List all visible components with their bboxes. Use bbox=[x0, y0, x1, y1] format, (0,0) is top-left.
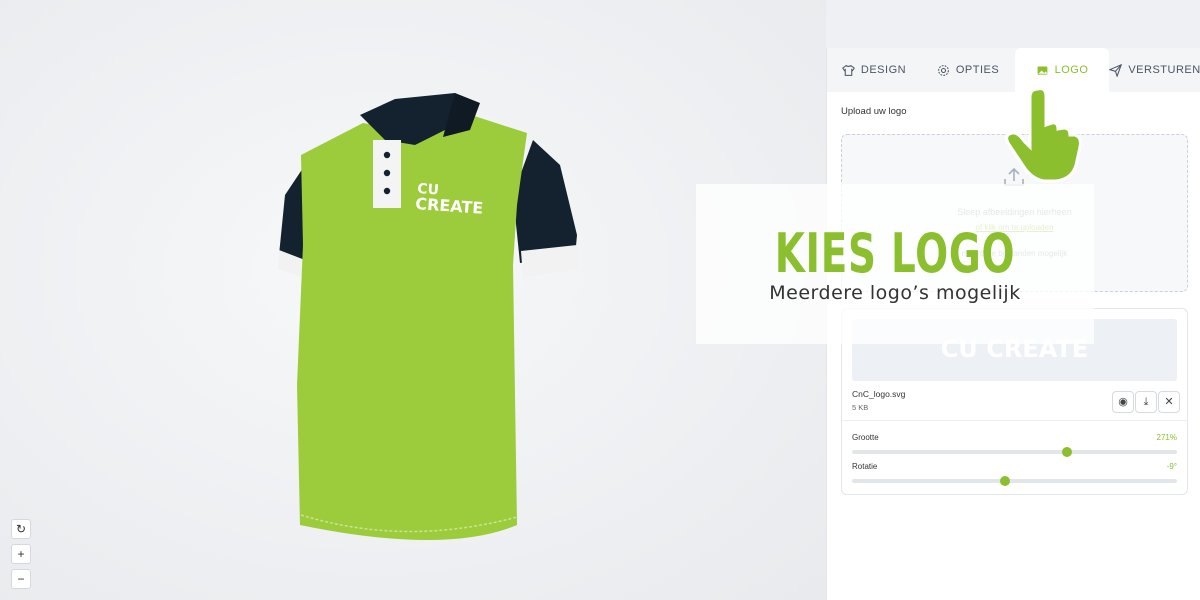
size-slider-handle[interactable] bbox=[1061, 447, 1072, 457]
polo-shirt-3d-model[interactable]: CU CREATE bbox=[265, 85, 605, 565]
preview-button[interactable]: ◉ bbox=[1112, 391, 1134, 413]
gear-icon bbox=[937, 64, 949, 76]
download-icon: ⤓ bbox=[1143, 396, 1149, 408]
tab-design-label: DESIGN bbox=[860, 64, 907, 76]
size-label: Grootte bbox=[852, 433, 879, 442]
size-value: 271% bbox=[1156, 433, 1177, 442]
rotation-slider[interactable] bbox=[852, 476, 1177, 486]
promo-overlay: KIES LOGO Meerdere logo’s mogelijk bbox=[696, 184, 1094, 344]
zoom-in-button[interactable]: + bbox=[11, 544, 31, 564]
upload-title: Upload uw logo bbox=[841, 106, 907, 117]
tab-versturen[interactable]: VERSTUREN bbox=[1109, 48, 1200, 92]
tab-logo-label: LOGO bbox=[1054, 64, 1089, 76]
eye-icon: ◉ bbox=[1118, 396, 1128, 408]
file-name: CnC_logo.svg bbox=[852, 389, 906, 399]
pointing-hand-icon bbox=[1005, 87, 1082, 183]
shirt-icon bbox=[842, 64, 855, 76]
tab-versturen-label: VERSTUREN bbox=[1128, 64, 1200, 76]
download-button[interactable]: ⤓ bbox=[1135, 391, 1157, 413]
zoom-out-button[interactable]: − bbox=[11, 569, 31, 589]
remove-button[interactable]: ✕ bbox=[1158, 391, 1180, 413]
rotation-slider-handle[interactable] bbox=[999, 476, 1010, 486]
promo-headline: KIES LOGO bbox=[774, 222, 1016, 285]
size-slider[interactable] bbox=[852, 447, 1177, 457]
tab-design[interactable]: DESIGN bbox=[827, 48, 921, 92]
rotation-label: Rotatie bbox=[852, 462, 878, 471]
tab-opties-label: OPTIES bbox=[955, 64, 1000, 76]
shirt-body bbox=[297, 113, 527, 540]
send-icon bbox=[1109, 63, 1123, 77]
divider bbox=[842, 420, 1187, 421]
reset-view-button[interactable]: ↻ bbox=[11, 519, 31, 539]
close-icon: ✕ bbox=[1164, 396, 1174, 408]
image-icon bbox=[1037, 65, 1047, 75]
promo-subline: Meerdere logo’s mogelijk bbox=[769, 282, 1021, 304]
file-size: 5 KB bbox=[852, 403, 869, 412]
rotation-value: -9° bbox=[1166, 462, 1177, 471]
